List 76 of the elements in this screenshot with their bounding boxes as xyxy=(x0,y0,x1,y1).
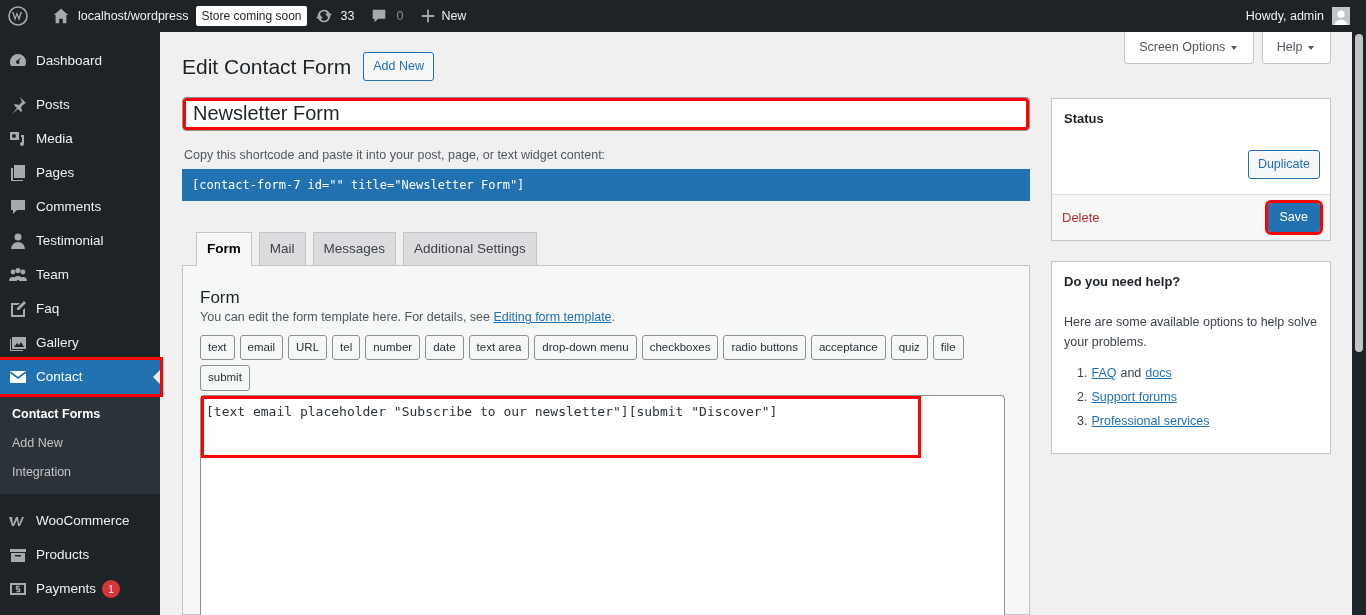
tag-button[interactable]: checkboxes xyxy=(641,335,719,361)
tag-button[interactable]: text xyxy=(200,335,235,361)
sidebar-item[interactable]: Testimonial xyxy=(0,224,160,258)
home-icon xyxy=(52,7,70,25)
tag-button[interactable]: date xyxy=(425,335,464,361)
person-icon xyxy=(8,231,28,251)
comment-count[interactable]: 0 xyxy=(396,6,404,26)
add-new-button[interactable]: Add New xyxy=(363,52,434,81)
help-link[interactable]: Professional services xyxy=(1091,411,1210,431)
tag-button[interactable]: file xyxy=(932,335,964,361)
list-number: 1. xyxy=(1077,365,1088,382)
edit-page-icon xyxy=(8,299,28,319)
help-link[interactable]: Support forums xyxy=(1091,387,1177,407)
sidebar-item[interactable]: Media xyxy=(0,122,160,156)
list-number: 3. xyxy=(1077,412,1088,430)
update-count[interactable]: 33 xyxy=(340,6,355,26)
sidebar-item[interactable]: Comments xyxy=(0,190,160,224)
panel-title: Status xyxy=(1063,109,1105,128)
tag-button[interactable]: URL xyxy=(288,335,328,361)
save-button[interactable]: Save xyxy=(1267,203,1320,232)
sidebar-item[interactable]: Posts xyxy=(0,88,160,122)
tag-button[interactable]: radio buttons xyxy=(723,335,806,361)
help-link[interactable]: docs xyxy=(1145,364,1172,383)
tab[interactable]: Form xyxy=(196,231,252,266)
shortcode-field[interactable]: [contact-form-7 id="" title="Newsletter Form"] xyxy=(182,168,1030,201)
tab[interactable]: Additional Settings xyxy=(403,231,537,265)
sidebar-item[interactable]: Faq xyxy=(0,292,160,326)
list-number: 2. xyxy=(1077,388,1088,406)
dropdown-button[interactable]: Help xyxy=(1261,32,1331,64)
tag-button[interactable]: drop-down menu xyxy=(534,335,637,361)
template-editor[interactable]: [text email placeholder "Subscribe to our newsletter"][submit "Discover"] xyxy=(200,394,1005,615)
sidebar-item[interactable]: Payments 1 xyxy=(0,572,160,607)
avatar-icon xyxy=(1332,7,1350,25)
pages-icon xyxy=(8,163,28,183)
sidebar-item[interactable]: WooCommerce xyxy=(0,504,160,539)
sidebar-item[interactable]: Dashboard xyxy=(0,44,160,78)
shortcode-hint: Copy this shortcode and paste it into your post, page, or text widget content: xyxy=(184,147,607,164)
template-code: [text email placeholder "Subscribe to our newsletter"][submit "Discover"] xyxy=(201,395,921,458)
refresh-icon xyxy=(314,7,333,25)
site-link[interactable]: localhost/wordpress xyxy=(78,6,189,26)
new-content-link[interactable]: New xyxy=(441,6,467,26)
tag-button[interactable]: submit xyxy=(200,365,250,391)
title-field[interactable]: Newsletter Form xyxy=(182,96,1030,131)
tab[interactable]: Messages xyxy=(312,231,397,265)
sidebar-item[interactable]: Products xyxy=(0,538,160,573)
tag-button[interactable]: quiz xyxy=(890,335,928,361)
sidebar-item[interactable]: Contact xyxy=(0,360,160,394)
dropdown-button[interactable]: Screen Options xyxy=(1124,32,1254,64)
submenu-item[interactable]: Integration xyxy=(0,457,160,487)
tag-button[interactable]: tel xyxy=(332,335,361,361)
tag-button[interactable]: email xyxy=(239,335,284,361)
help-text: Here are some available options to help solve your problems. xyxy=(1064,314,1318,351)
help-link[interactable]: FAQ xyxy=(1091,364,1117,383)
link[interactable]: Editing form template xyxy=(493,310,612,325)
sidebar-item[interactable]: Gallery xyxy=(0,326,160,360)
store-status-badge[interactable]: Store coming soon xyxy=(196,6,307,26)
panel-title: Do you need help? xyxy=(1064,272,1182,291)
duplicate-button[interactable]: Duplicate xyxy=(1247,150,1320,179)
delete-link[interactable]: Delete xyxy=(1062,207,1100,228)
tag-button[interactable]: number xyxy=(365,335,421,361)
sidebar-item[interactable]: Team xyxy=(0,258,160,292)
joiner-text: and xyxy=(1120,365,1142,382)
tag-button[interactable]: acceptance xyxy=(810,335,886,361)
notification-badge: 1 xyxy=(102,580,121,599)
tag-button[interactable]: text area xyxy=(468,335,530,361)
comment-icon xyxy=(8,197,28,217)
page-title: Edit Contact Form xyxy=(182,53,352,79)
submenu-item[interactable]: Contact Forms xyxy=(0,400,160,429)
sidebar-item[interactable]: Pages xyxy=(0,156,160,190)
help-text: You can edit the form template here. For details, see Editing form template. xyxy=(200,309,617,327)
scrollbar-thumb[interactable] xyxy=(1355,34,1363,352)
section-heading: Form xyxy=(200,288,241,309)
wordpress-logo-icon xyxy=(8,6,28,26)
greeting-text[interactable]: Howdy, admin xyxy=(1245,6,1324,26)
tab[interactable]: Mail xyxy=(258,231,306,265)
submenu-item[interactable]: Add New xyxy=(0,428,160,458)
